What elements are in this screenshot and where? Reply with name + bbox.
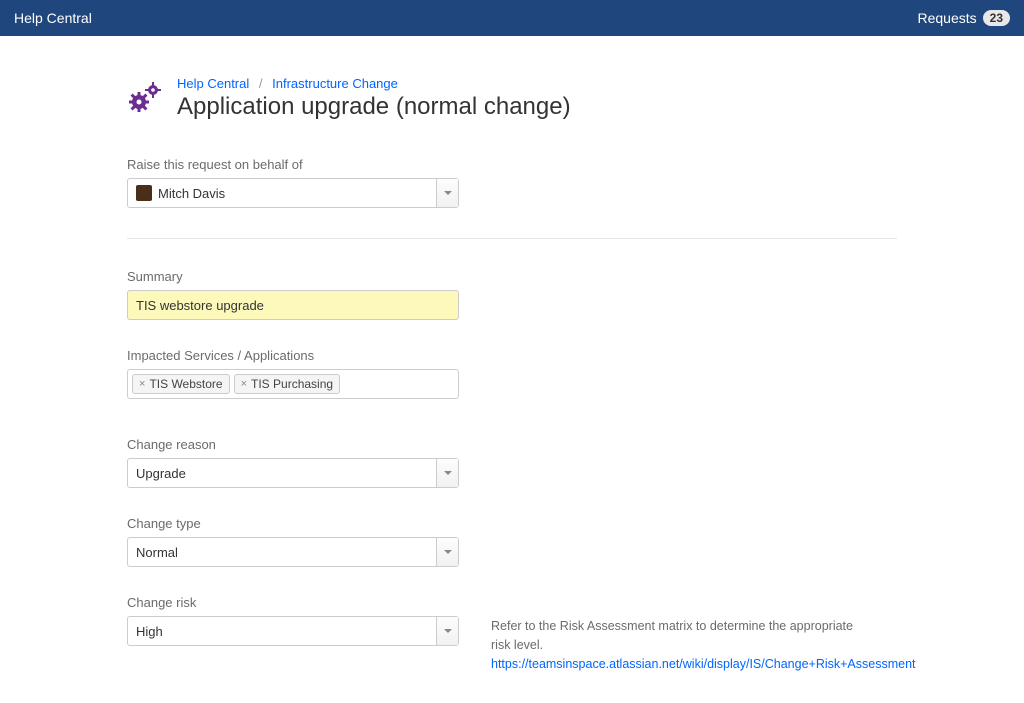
- tag-item[interactable]: × TIS Webstore: [132, 374, 230, 394]
- summary-field: Summary: [127, 269, 897, 320]
- change-type-select[interactable]: Normal: [127, 537, 459, 567]
- breadcrumb: Help Central / Infrastructure Change: [177, 76, 571, 91]
- requests-link[interactable]: Requests 23: [917, 10, 1010, 26]
- tag-remove-icon[interactable]: ×: [241, 379, 247, 390]
- summary-label: Summary: [127, 269, 897, 284]
- help-text-body: Refer to the Risk Assessment matrix to d…: [491, 619, 853, 652]
- change-risk-value: High: [136, 624, 163, 639]
- gears-icon: [127, 80, 163, 116]
- chevron-down-icon: [436, 617, 458, 645]
- help-link[interactable]: https://teamsinspace.atlassian.net/wiki/…: [491, 657, 916, 671]
- requester-label: Raise this request on behalf of: [127, 157, 897, 172]
- tag-remove-icon[interactable]: ×: [139, 379, 145, 390]
- topbar: Help Central Requests 23: [0, 0, 1024, 36]
- requester-value: Mitch Davis: [158, 186, 225, 201]
- requester-select[interactable]: Mitch Davis: [127, 178, 459, 208]
- breadcrumb-root[interactable]: Help Central: [177, 76, 249, 91]
- change-type-value: Normal: [136, 545, 178, 560]
- breadcrumb-category[interactable]: Infrastructure Change: [272, 76, 398, 91]
- impacted-input[interactable]: × TIS Webstore × TIS Purchasing: [127, 369, 459, 399]
- change-reason-field: Change reason Upgrade: [127, 437, 897, 488]
- requester-field: Raise this request on behalf of Mitch Da…: [127, 157, 897, 208]
- change-reason-select[interactable]: Upgrade: [127, 458, 459, 488]
- avatar: [136, 185, 152, 201]
- change-type-field: Change type Normal: [127, 516, 897, 567]
- summary-input[interactable]: [127, 290, 459, 320]
- topbar-title[interactable]: Help Central: [14, 10, 92, 26]
- change-risk-select[interactable]: High: [127, 616, 459, 646]
- breadcrumb-separator: /: [259, 76, 263, 91]
- change-risk-label: Change risk: [127, 595, 459, 610]
- change-reason-label: Change reason: [127, 437, 897, 452]
- chevron-down-icon: [436, 538, 458, 566]
- tag-label: TIS Purchasing: [251, 377, 333, 391]
- tag-item[interactable]: × TIS Purchasing: [234, 374, 340, 394]
- chevron-down-icon: [436, 179, 458, 207]
- requests-count-badge: 23: [983, 10, 1010, 26]
- change-type-label: Change type: [127, 516, 897, 531]
- page-header: Help Central / Infrastructure Change App…: [127, 76, 897, 121]
- tag-label: TIS Webstore: [149, 377, 222, 391]
- impacted-label: Impacted Services / Applications: [127, 348, 897, 363]
- page-title: Application upgrade (normal change): [177, 93, 571, 121]
- section-divider: [127, 238, 897, 239]
- requests-label: Requests: [917, 10, 976, 26]
- change-reason-value: Upgrade: [136, 466, 186, 481]
- form-container: Help Central / Infrastructure Change App…: [127, 36, 897, 703]
- change-risk-help: Refer to the Risk Assessment matrix to d…: [491, 617, 871, 673]
- chevron-down-icon: [436, 459, 458, 487]
- impacted-field: Impacted Services / Applications × TIS W…: [127, 348, 897, 399]
